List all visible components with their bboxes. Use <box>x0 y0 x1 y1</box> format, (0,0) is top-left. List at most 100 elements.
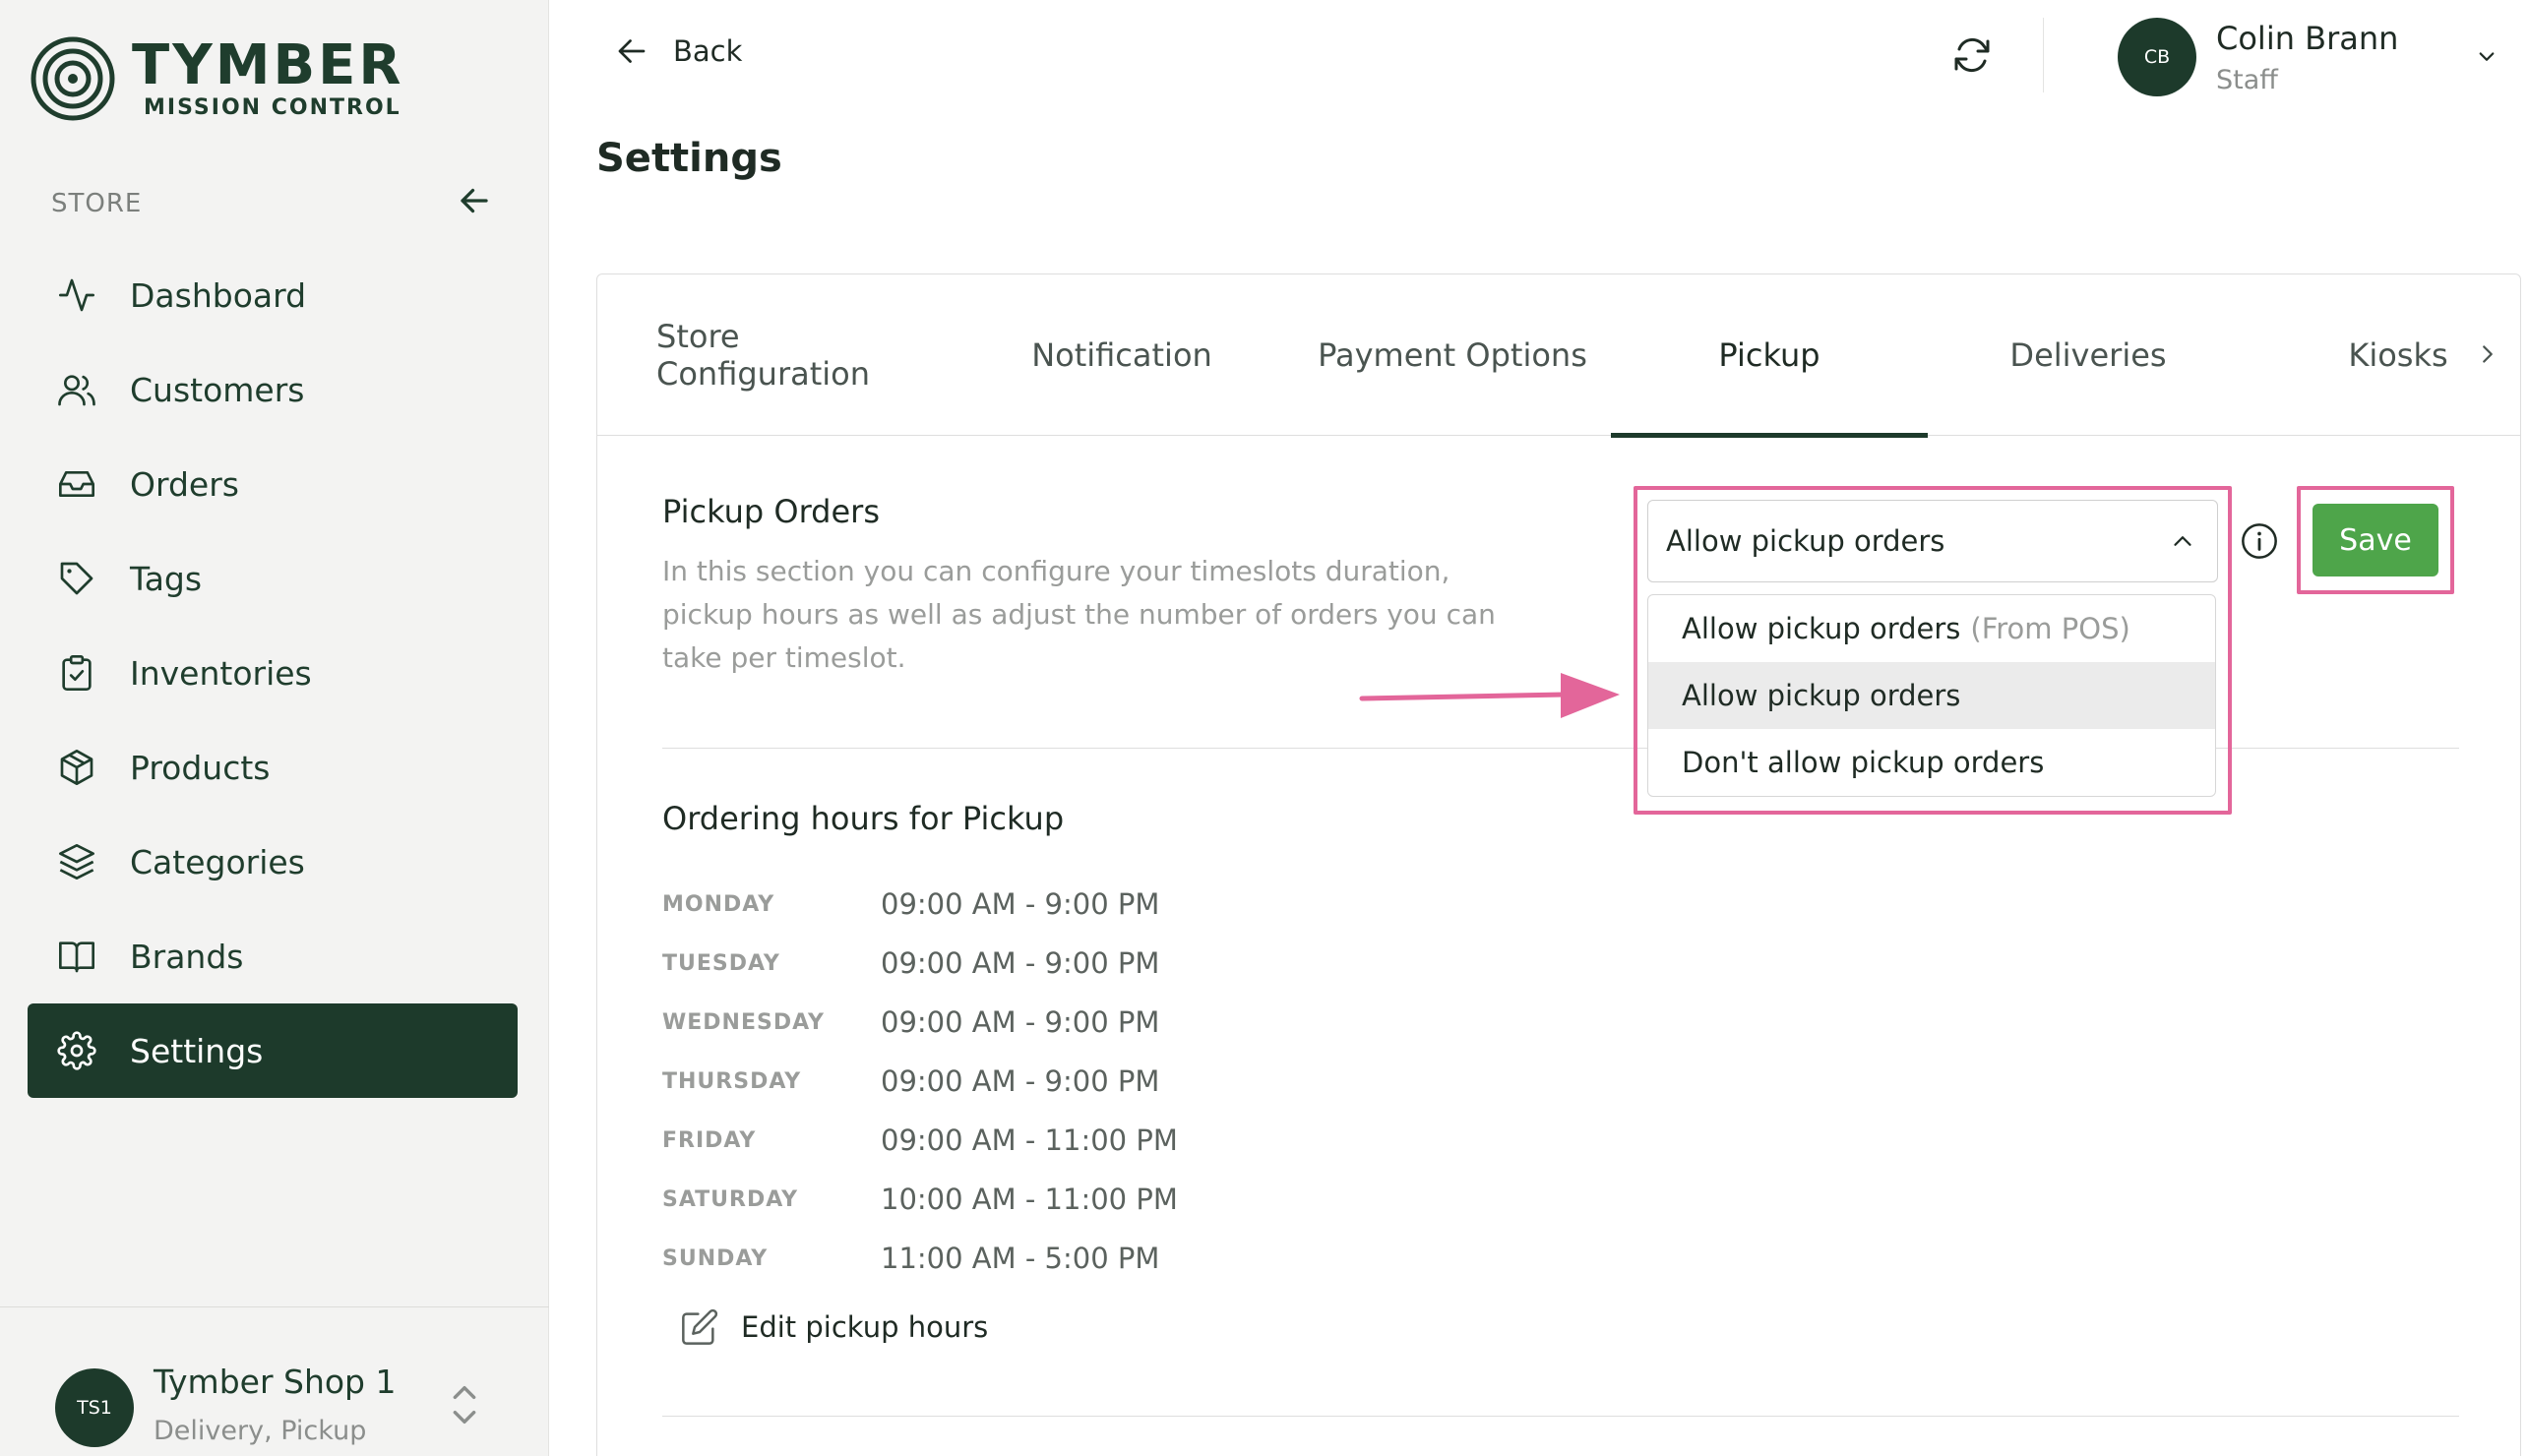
back-button[interactable]: Back <box>614 33 742 69</box>
tab-notification[interactable]: Notification <box>989 274 1255 436</box>
pickup-orders-select[interactable]: Allow pickup orders <box>1647 500 2218 582</box>
sidebar-item-inventories[interactable]: Inventories <box>28 626 518 720</box>
hours-day: FRIDAY <box>662 1127 757 1153</box>
info-icon[interactable] <box>2240 521 2279 561</box>
tab-store-configuration[interactable]: Store Configuration <box>656 274 952 436</box>
ordering-hours-list: MONDAY 09:00 AM - 9:00 PM TUESDAY 09:00 … <box>662 875 1178 1288</box>
store-services: Delivery, Pickup <box>154 1416 367 1446</box>
hours-time: 09:00 AM - 9:00 PM <box>881 946 1160 980</box>
settings-tabs: Store Configuration Notification Payment… <box>597 274 2520 438</box>
sidebar-item-settings[interactable]: Settings <box>28 1003 518 1098</box>
option-dont-allow-pickup[interactable]: Don't allow pickup orders <box>1648 729 2215 796</box>
sidebar-item-brands[interactable]: Brands <box>28 909 518 1003</box>
pickup-orders-description: In this section you can configure your t… <box>662 555 1496 674</box>
edit-icon <box>682 1308 718 1345</box>
hours-day: THURSDAY <box>662 1068 802 1094</box>
hours-row-thursday: THURSDAY 09:00 AM - 9:00 PM <box>662 1052 1178 1111</box>
hours-row-wednesday: WEDNESDAY 09:00 AM - 9:00 PM <box>662 993 1178 1052</box>
gear-icon <box>55 1029 98 1072</box>
sidebar-item-label: Settings <box>130 1031 264 1070</box>
hours-time: 09:00 AM - 9:00 PM <box>881 887 1160 921</box>
option-allow-pickup[interactable]: Allow pickup orders <box>1648 662 2215 729</box>
sidebar-item-label: Brands <box>130 937 244 976</box>
option-label: Don't allow pickup orders <box>1682 746 2045 779</box>
tab-pickup[interactable]: Pickup <box>1611 274 1928 438</box>
sidebar-item-label: Products <box>130 748 271 787</box>
store-avatar: TS1 <box>55 1368 134 1447</box>
sidebar: TYMBER MISSION CONTROL STORE Dashboard C… <box>0 0 549 1456</box>
sidebar-item-categories[interactable]: Categories <box>28 815 518 909</box>
pickup-orders-options-menu: Allow pickup orders (From POS) Allow pic… <box>1647 594 2216 797</box>
option-label: Allow pickup orders <box>1682 679 1961 712</box>
edit-pickup-hours-label: Edit pickup hours <box>741 1310 989 1344</box>
hours-day: WEDNESDAY <box>662 1009 825 1035</box>
select-value: Allow pickup orders <box>1666 524 1945 558</box>
hours-day: SATURDAY <box>662 1186 799 1212</box>
sidebar-item-label: Tags <box>130 559 203 598</box>
user-avatar[interactable]: CB <box>2118 18 2196 96</box>
sidebar-item-label: Customers <box>130 370 305 409</box>
sidebar-item-label: Inventories <box>130 653 312 693</box>
sidebar-item-label: Categories <box>130 842 305 881</box>
user-role: Staff <box>2216 65 2278 95</box>
logo-subtitle: MISSION CONTROL <box>144 95 401 120</box>
sidebar-item-dashboard[interactable]: Dashboard <box>28 248 518 342</box>
sidebar-item-customers[interactable]: Customers <box>28 342 518 437</box>
back-label: Back <box>673 34 743 68</box>
hours-row-tuesday: TUESDAY 09:00 AM - 9:00 PM <box>662 934 1178 993</box>
hours-row-sunday: SUNDAY 11:00 AM - 5:00 PM <box>662 1229 1178 1288</box>
hours-day: TUESDAY <box>662 950 780 976</box>
chevron-up-icon <box>2174 536 2191 546</box>
hours-row-monday: MONDAY 09:00 AM - 9:00 PM <box>662 875 1178 934</box>
option-label: Allow pickup orders <box>1682 612 1961 645</box>
hours-time: 09:00 AM - 11:00 PM <box>881 1123 1178 1157</box>
sidebar-item-label: Orders <box>130 464 239 504</box>
tab-deliveries[interactable]: Deliveries <box>1945 274 2231 436</box>
hours-time: 09:00 AM - 9:00 PM <box>881 1005 1160 1039</box>
hours-row-friday: FRIDAY 09:00 AM - 11:00 PM <box>662 1111 1178 1170</box>
logo-title: TYMBER <box>132 33 404 97</box>
save-button[interactable]: Save <box>2313 504 2438 576</box>
chevron-right-icon[interactable] <box>2473 339 2502 369</box>
clipboard-check-icon <box>55 651 98 695</box>
sidebar-item-products[interactable]: Products <box>28 720 518 815</box>
hours-time: 10:00 AM - 11:00 PM <box>881 1183 1178 1216</box>
sidebar-item-tags[interactable]: Tags <box>28 531 518 626</box>
tab-kiosks[interactable]: Kiosks <box>2329 274 2467 436</box>
activity-icon <box>55 273 98 317</box>
sidebar-item-label: Dashboard <box>130 275 307 315</box>
settings-card: Store Configuration Notification Payment… <box>596 273 2521 1456</box>
header-divider <box>2043 18 2044 92</box>
hours-row-saturday: SATURDAY 10:00 AM - 11:00 PM <box>662 1170 1178 1229</box>
store-switcher[interactable]: TS1 Tymber Shop 1 Delivery, Pickup <box>0 1306 549 1456</box>
tag-icon <box>55 557 98 600</box>
sidebar-nav: Dashboard Customers Orders Tags Inventor… <box>28 248 518 1098</box>
chevron-up-down-icon[interactable] <box>451 1380 478 1429</box>
arrow-left-icon <box>461 188 488 213</box>
sidebar-item-orders[interactable]: Orders <box>28 437 518 531</box>
page-title: Settings <box>596 136 782 181</box>
users-icon <box>55 368 98 411</box>
pickup-orders-title: Pickup Orders <box>662 493 880 530</box>
collapse-sidebar-button[interactable] <box>453 179 496 222</box>
option-allow-pickup-from-pos[interactable]: Allow pickup orders (From POS) <box>1648 595 2215 662</box>
tymber-logo-icon <box>31 36 115 121</box>
annotation-arrow <box>1359 673 1620 718</box>
edit-pickup-hours-button[interactable]: Edit pickup hours <box>680 1307 988 1347</box>
section-divider <box>662 1416 2459 1417</box>
hours-day: SUNDAY <box>662 1245 769 1271</box>
hours-time: 09:00 AM - 9:00 PM <box>881 1064 1160 1098</box>
refresh-icon[interactable] <box>1948 31 1996 79</box>
chevron-down-icon[interactable] <box>2472 41 2501 71</box>
tymber-logo[interactable]: TYMBER MISSION CONTROL <box>30 35 404 122</box>
layers-icon <box>55 840 98 883</box>
package-icon <box>55 746 98 789</box>
sidebar-section-label: STORE <box>51 189 143 218</box>
ordering-hours-title: Ordering hours for Pickup <box>662 800 1065 837</box>
inbox-icon <box>55 462 98 506</box>
hours-day: MONDAY <box>662 891 775 917</box>
user-name[interactable]: Colin Brann <box>2216 20 2398 57</box>
store-name: Tymber Shop 1 <box>154 1363 397 1401</box>
option-note: (From POS) <box>1970 612 2130 645</box>
tab-payment-options[interactable]: Payment Options <box>1310 274 1595 436</box>
